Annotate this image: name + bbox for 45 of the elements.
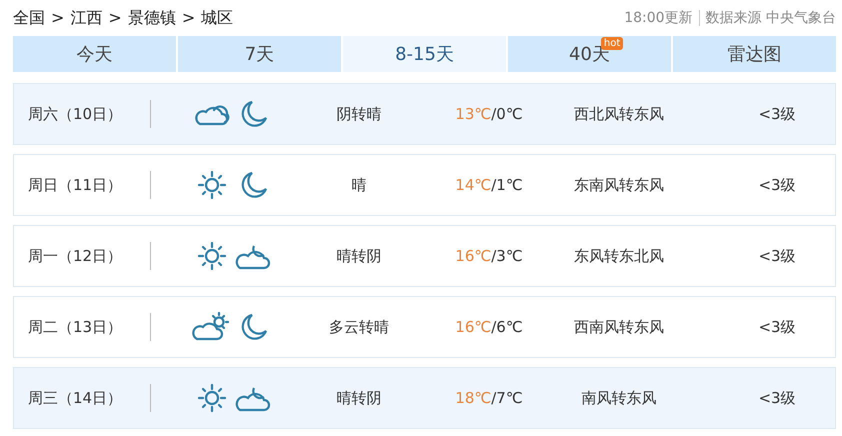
breadcrumb-separator: >: [108, 8, 122, 28]
breadcrumb-separator: >: [182, 8, 196, 28]
wind-level: <3级: [757, 318, 797, 336]
high-temperature: 14℃: [455, 176, 492, 194]
update-time: 18:00更新: [624, 9, 693, 27]
day-label: 周六（10日）: [27, 104, 124, 124]
weather-condition: 晴转阴: [336, 388, 382, 408]
day-label: 周一（12日）: [27, 246, 124, 266]
weather-condition: 阴转晴: [336, 104, 382, 124]
low-temperature: /7℃: [491, 389, 523, 407]
wind-level: <3级: [757, 246, 797, 266]
wind-direction: 西北风转东风: [573, 104, 665, 124]
cloud-sun-icon: [192, 311, 232, 343]
low-temperature: /1℃: [491, 176, 523, 194]
high-temperature: 16℃: [455, 247, 492, 265]
high-temperature: 13℃: [455, 105, 492, 123]
low-temperature: /3℃: [491, 247, 523, 265]
breadcrumb-separator: >: [51, 8, 64, 28]
wind-direction: 东风转东北风: [573, 246, 665, 266]
weather-condition: 多云转晴: [328, 318, 390, 336]
day-label: 周三（14日）: [27, 388, 124, 408]
day-label: 周日（11日）: [27, 176, 124, 194]
tab[interactable]: 7天: [178, 36, 341, 72]
day-label: 周二（13日）: [27, 318, 124, 336]
tab[interactable]: 8-15天: [343, 36, 506, 72]
breadcrumb-link[interactable]: 江西: [70, 8, 102, 28]
wind-direction: 南风转东风: [580, 388, 658, 408]
breadcrumb-link[interactable]: 全国: [13, 8, 45, 28]
breadcrumb-link[interactable]: 城区: [201, 8, 234, 28]
low-temperature: /0℃: [491, 105, 523, 123]
high-temperature: 16℃: [455, 318, 492, 336]
wind-level: <3级: [757, 176, 797, 194]
wind-level: <3级: [757, 104, 797, 124]
wind-level: <3级: [757, 388, 797, 408]
data-source: 数据来源 中央气象台: [706, 9, 836, 27]
breadcrumb-link[interactable]: 景德镇: [128, 8, 176, 28]
weather-condition: 晴: [350, 176, 368, 194]
weather-condition: 晴转阴: [336, 246, 382, 266]
low-temperature: /6℃: [491, 318, 523, 336]
tab[interactable]: 雷达图: [673, 36, 836, 72]
hot-badge: hot: [600, 37, 624, 50]
wind-direction: 东南风转东风: [573, 176, 665, 194]
wind-direction: 西南风转东风: [573, 318, 665, 336]
tab[interactable]: 今天: [13, 36, 176, 72]
high-temperature: 18℃: [455, 389, 492, 407]
